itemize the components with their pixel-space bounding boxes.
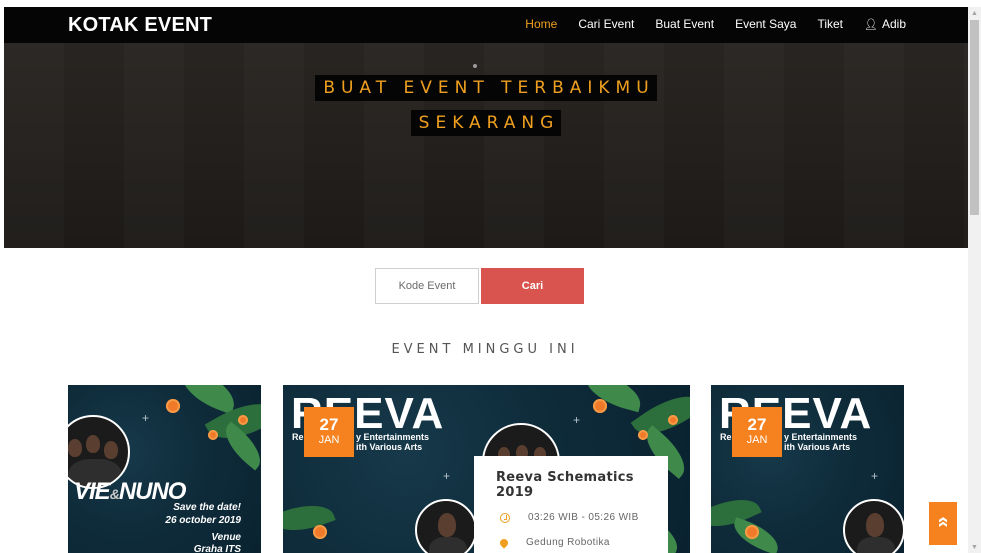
flower-decoration [166, 399, 180, 413]
date-month: JAN [746, 434, 768, 446]
date-day: 27 [747, 415, 767, 434]
nav-links: Home Cari Event Buat Event Event Saya Ti… [504, 17, 906, 31]
navbar: KOTAK EVENT Home Cari Event Buat Event E… [4, 7, 968, 43]
flower-decoration [745, 525, 759, 539]
date-badge: 27 JAN [732, 407, 782, 457]
double-chevron-up-icon: » [932, 516, 954, 528]
poster-subtitle: ith Various Arts [356, 442, 423, 452]
hero-line-2: SEKARANG [410, 110, 562, 136]
poster-venue: Graha ITS [193, 544, 241, 553]
nav-user-menu[interactable]: 👤︎ Adib [864, 17, 906, 31]
poster-date: 26 october 2019 [165, 515, 241, 526]
sparkle-icon: + [871, 469, 879, 483]
nav-cari-event[interactable]: Cari Event [578, 17, 634, 31]
event-card[interactable]: REEVA Re y Entertainments ith Various Ar… [711, 385, 904, 553]
flower-decoration [208, 430, 218, 440]
page-scrollbar[interactable]: ▲ ▼ [968, 7, 981, 553]
event-location: Gedung Robotika [526, 537, 610, 548]
user-icon: 👤︎ [864, 19, 878, 31]
scrollbar-thumb[interactable] [970, 20, 979, 215]
scroll-up-arrow-icon[interactable]: ▲ [971, 10, 978, 17]
sparkle-icon: + [573, 413, 581, 427]
hero-banner: BUAT EVENT TERBAIKMU SEKARANG [4, 43, 968, 248]
location-pin-icon [498, 536, 510, 549]
poster-subtitle: ith Various Arts [784, 442, 851, 452]
hero-line-1: BUAT EVENT TERBAIKMU [315, 75, 657, 101]
sparkle-icon: + [443, 469, 451, 483]
poster-venue-label: Venue [211, 532, 241, 543]
date-month: JAN [318, 434, 340, 446]
search-button[interactable]: Cari [481, 268, 584, 304]
clock-icon [500, 512, 510, 523]
hero-title: BUAT EVENT TERBAIKMU SEKARANG [4, 75, 968, 145]
scroll-to-top-button[interactable]: » [929, 502, 957, 545]
poster-logo: VIE&NUNO [74, 478, 186, 505]
leaf-decoration [580, 385, 646, 413]
performer-photo [415, 499, 477, 553]
flower-decoration [668, 415, 678, 425]
nav-event-saya[interactable]: Event Saya [735, 17, 796, 31]
flower-decoration [238, 415, 248, 425]
flower-decoration [638, 430, 648, 440]
user-name: Adib [881, 17, 906, 31]
date-day: 27 [319, 415, 339, 434]
event-location-row: Gedung Robotika [498, 536, 610, 549]
nav-home[interactable]: Home [525, 17, 557, 31]
scroll-down-arrow-icon[interactable]: ▼ [971, 544, 978, 551]
flower-decoration [593, 399, 607, 413]
poster-subtitle: y Entertainments [784, 432, 858, 442]
sparkle-icon: + [142, 411, 150, 425]
flower-decoration [313, 525, 327, 539]
section-title: EVENT MINGGU INI [391, 342, 579, 357]
poster-subtitle: Re [720, 432, 732, 442]
poster-save-date: Save the date! [173, 502, 241, 513]
leaf-decoration [283, 495, 336, 541]
event-info-box[interactable]: Reeva Schematics 2019 03:26 WIB - 05:26 … [474, 456, 668, 553]
event-time: 03:26 WIB - 05:26 WIB [528, 512, 639, 523]
performer-photo [843, 499, 904, 553]
nav-buat-event[interactable]: Buat Event [655, 17, 714, 31]
poster-subtitle: Re [292, 432, 304, 442]
date-badge: 27 JAN [304, 407, 354, 457]
event-title[interactable]: Reeva Schematics 2019 [496, 470, 668, 500]
brand-logo[interactable]: KOTAK EVENT [68, 14, 212, 37]
poster-subtitle: y Entertainments [356, 432, 430, 442]
event-time-row: 03:26 WIB - 05:26 WIB [500, 512, 639, 523]
event-card[interactable]: + VIE&NUNO Save the date! 26 october 201… [68, 385, 261, 553]
event-code-input[interactable] [375, 268, 479, 304]
carousel-indicator[interactable] [473, 64, 477, 68]
nav-tiket[interactable]: Tiket [817, 17, 843, 31]
